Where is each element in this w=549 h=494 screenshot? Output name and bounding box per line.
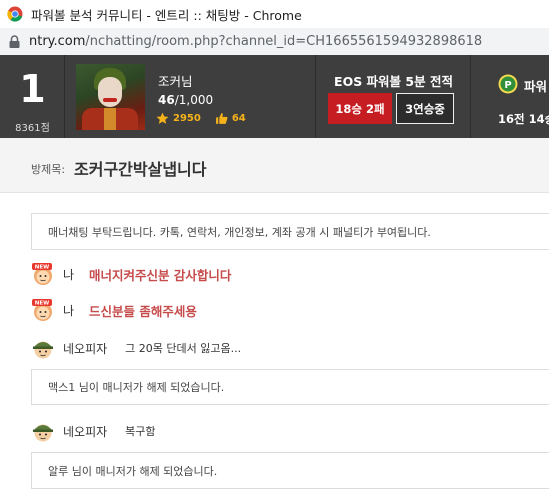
record-box: EOS 파워볼 5분 전적 18승 2패 3연승중 bbox=[315, 55, 470, 138]
browser-title-bar: 파워볼 분석 커뮤니티 - 엔트리 :: 채팅방 - Chrome bbox=[0, 0, 549, 28]
soldier-face-icon bbox=[33, 341, 53, 359]
profile-level: 46/1,000 bbox=[158, 93, 213, 107]
rank-score: 8361점 bbox=[15, 123, 50, 134]
system-notice: 알루 님이 매니저가 해제 되었습니다. bbox=[31, 452, 549, 489]
url-domain: ntry.com bbox=[29, 34, 86, 49]
chat-sender[interactable]: 네오피자 bbox=[63, 423, 107, 440]
room-title: 조커구간박살냅니다 bbox=[74, 160, 207, 179]
system-notice: 매너채팅 부탁드립니다. 카톡, 연락처, 개인정보, 계좌 공개 시 패널티가… bbox=[31, 213, 549, 250]
like-count: 64 bbox=[231, 113, 246, 124]
powerball-record-box: P 파워 16전 14승 bbox=[470, 55, 549, 138]
lock-icon[interactable] bbox=[9, 35, 20, 48]
chat-sender[interactable]: 네오피자 bbox=[63, 340, 107, 357]
chrome-icon bbox=[7, 6, 23, 22]
powerball-p-icon: P bbox=[498, 74, 518, 94]
svg-text:NEW: NEW bbox=[35, 301, 49, 307]
chat-text: 복구함 bbox=[125, 425, 156, 438]
streak-badge: 3연승중 bbox=[396, 93, 454, 124]
address-bar[interactable]: ntry.com/nchatting/room.php?channel_id=C… bbox=[0, 28, 549, 55]
chat-message: NEW 나 매너지켜주신분 감사합니다 bbox=[31, 262, 231, 286]
url-text[interactable]: ntry.com/nchatting/room.php?channel_id=C… bbox=[29, 34, 482, 49]
chat-message: 네오피자 복구함 bbox=[31, 419, 156, 443]
profile-header: 1 8361점 조커님 46/1,000 2950 64 EOS 파워볼 5분 … bbox=[0, 55, 549, 138]
chat-sender[interactable]: 나 bbox=[63, 266, 74, 283]
chat-text: 매너지켜주신분 감사합니다 bbox=[89, 267, 232, 283]
rank-box: 1 8361점 bbox=[0, 55, 65, 138]
powerball-title: 파워 bbox=[524, 79, 548, 94]
level-current: 46 bbox=[158, 93, 175, 107]
system-notice: 맥스1 님이 매니저가 해제 되었습니다. bbox=[31, 369, 549, 405]
win-loss-badge: 18승 2패 bbox=[328, 93, 392, 124]
window-title: 파워볼 분석 커뮤니티 - 엔트리 :: 채팅방 - Chrome bbox=[31, 7, 302, 23]
profile-avatar[interactable] bbox=[76, 64, 145, 130]
new-user-face-icon: NEW bbox=[32, 299, 52, 321]
thumbs-up-icon bbox=[215, 113, 228, 124]
chat-text: 그 20목 단데서 잃고옴... bbox=[125, 342, 242, 355]
room-title-label: 방제목: bbox=[31, 163, 66, 176]
star-icon bbox=[156, 112, 169, 124]
chat-message: 네오피자 그 20목 단데서 잃고옴... bbox=[31, 336, 241, 360]
svg-text:P: P bbox=[504, 80, 511, 91]
powerball-record: 16전 14승 bbox=[498, 112, 549, 126]
new-user-face-icon: NEW bbox=[32, 263, 52, 285]
chat-text: 드신분들 좀해주세용 bbox=[89, 303, 197, 319]
level-max: /1,000 bbox=[174, 93, 214, 107]
profile-nickname[interactable]: 조커님 bbox=[158, 71, 193, 90]
svg-text:NEW: NEW bbox=[35, 265, 49, 271]
room-title-bar: 방제목: 조커구간박살냅니다 bbox=[0, 138, 549, 193]
record-title: EOS 파워볼 5분 전적 bbox=[334, 74, 453, 89]
rank-number: 1 bbox=[19, 67, 46, 111]
url-path: /nchatting/room.php?channel_id=CH1665561… bbox=[85, 34, 483, 49]
chat-sender[interactable]: 나 bbox=[63, 302, 74, 319]
profile-stats: 2950 64 bbox=[156, 112, 246, 125]
soldier-face-icon bbox=[33, 424, 53, 442]
star-count: 2950 bbox=[173, 113, 201, 124]
chat-message: NEW 나 드신분들 좀해주세용 bbox=[31, 298, 197, 322]
